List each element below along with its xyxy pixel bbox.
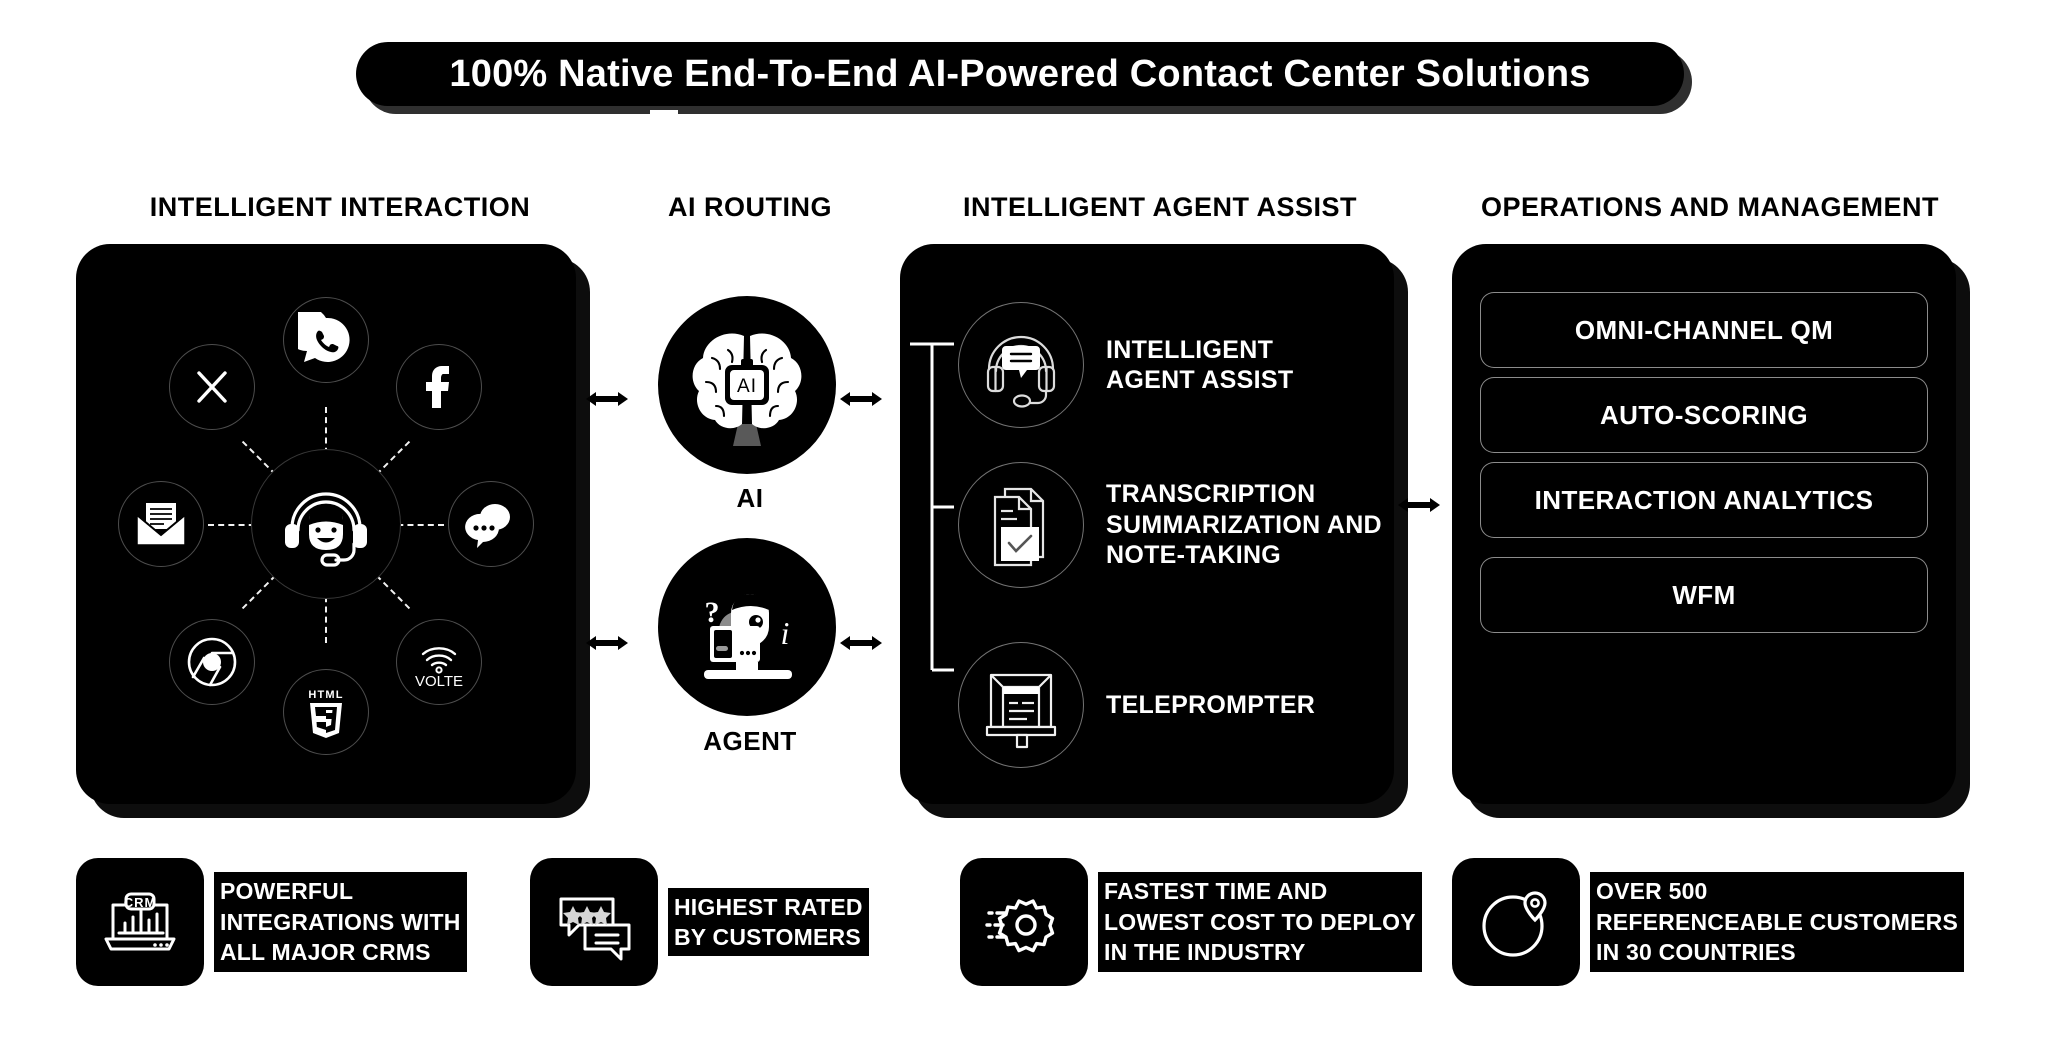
assist-panel: INTELLIGENT AGENT ASSIST TRANSCRIPTION S… [900, 244, 1394, 804]
title-banner: 100% Native End-To-End AI-Powered Contac… [356, 42, 1692, 114]
assist-item-0[interactable]: INTELLIGENT AGENT ASSIST [958, 302, 1293, 428]
assist-bracket [910, 342, 954, 677]
column-header-interaction: INTELLIGENT INTERACTION [149, 192, 531, 222]
interaction-panel: HTML VOLTE [76, 244, 576, 804]
agent-desk-icon: ? i [658, 538, 836, 716]
ops-item-0[interactable]: OMNI-CHANNEL QM [1480, 292, 1928, 368]
teleprompter-icon [958, 642, 1084, 768]
ai-node-caption-0: AI [736, 483, 764, 513]
email-icon [118, 481, 204, 567]
title-pill: 100% Native End-To-End AI-Powered Contac… [356, 42, 1684, 106]
title-notch [650, 110, 678, 124]
agent-headset-icon [251, 449, 401, 599]
star-review-icon [530, 858, 658, 986]
svg-text:?: ? [705, 596, 720, 629]
globe-pin-icon [1452, 858, 1580, 986]
email-glyph [133, 499, 189, 549]
chat-glyph [463, 500, 519, 548]
ops-item-3[interactable]: WFM [1480, 557, 1928, 633]
assist-item-1-label: TRANSCRIPTION SUMMARIZATION AND NOTE-TAK… [1106, 480, 1382, 570]
ops-item-2[interactable]: INTERACTION ANALYTICS [1480, 462, 1928, 538]
assist-item-2-label: TELEPROMPTER [1106, 690, 1316, 719]
agent-headset-glyph [274, 472, 378, 576]
feature-3-text: OVER 500 REFERENCEABLE CUSTOMERS IN 30 C… [1590, 872, 1964, 972]
ai-node-caption-1: AGENT [703, 726, 797, 756]
feature-3: OVER 500 REFERENCEABLE CUSTOMERS IN 30 C… [1452, 858, 1964, 986]
svg-text:HTML: HTML [308, 689, 343, 701]
volte-glyph: VOLTE [409, 636, 469, 688]
assist-item-1[interactable]: TRANSCRIPTION SUMMARIZATION AND NOTE-TAK… [958, 462, 1382, 588]
chrome-icon [169, 619, 255, 705]
headset-chat-icon [958, 302, 1084, 428]
ops-item-1[interactable]: AUTO-SCORING [1480, 377, 1928, 453]
facebook-icon [396, 344, 482, 430]
arrow-agent-to-assist [840, 632, 882, 654]
svg-text:i: i [781, 615, 790, 651]
ai-routing-column: AI AI ? i AGENT [620, 280, 880, 800]
gear-speed-icon [960, 858, 1088, 986]
feature-1: HIGHEST RATED BY CUSTOMERS [530, 858, 869, 986]
infographic-root: 100% Native End-To-End AI-Powered Contac… [0, 0, 2048, 1058]
document-check-icon [958, 462, 1084, 588]
feature-2-text: FASTEST TIME AND LOWEST COST TO DEPLOY I… [1098, 872, 1422, 972]
x-twitter-icon [169, 344, 255, 430]
svg-text:CRM: CRM [124, 895, 157, 910]
feature-2: FASTEST TIME AND LOWEST COST TO DEPLOY I… [960, 858, 1422, 986]
chrome-glyph [185, 635, 239, 689]
html5-icon: HTML [283, 669, 369, 755]
column-header-routing: AI ROUTING [668, 192, 832, 222]
feature-1-text: HIGHEST RATED BY CUSTOMERS [668, 887, 869, 957]
omnichannel-hub: HTML VOLTE [76, 244, 576, 804]
svg-text:AI: AI [737, 376, 757, 397]
volte-icon: VOLTE [396, 619, 482, 705]
facebook-glyph [414, 362, 464, 412]
ai-brain-icon: AI [658, 296, 836, 474]
feature-0-text: POWERFUL INTEGRATIONS WITH ALL MAJOR CRM… [214, 872, 467, 972]
assist-item-2[interactable]: TELEPROMPTER [958, 642, 1315, 768]
whatsapp-glyph [298, 312, 354, 368]
whatsapp-icon [283, 297, 369, 383]
column-header-operations: OPERATIONS AND MANAGEMENT [1481, 192, 1939, 222]
page-title: 100% Native End-To-End AI-Powered Contac… [449, 53, 1591, 95]
operations-panel: OMNI-CHANNEL QM AUTO-SCORING INTERACTION… [1452, 244, 1956, 804]
chat-icon [448, 481, 534, 567]
agent-desk-glyph: ? i [672, 552, 822, 702]
crm-laptop-icon: CRM [76, 858, 204, 986]
feature-0: CRM POWERFUL INTEGRATIONS WITH ALL MAJOR… [76, 858, 467, 986]
arrow-ai-to-assist [840, 388, 882, 410]
svg-text:VOLTE: VOLTE [415, 673, 463, 688]
x-glyph [188, 363, 236, 411]
arrow-assist-to-operations [1398, 494, 1440, 516]
assist-item-0-label: INTELLIGENT AGENT ASSIST [1106, 335, 1294, 395]
column-header-assist: INTELLIGENT AGENT ASSIST [962, 192, 1357, 222]
ai-brain-glyph: AI [672, 310, 822, 460]
html5-glyph: HTML [302, 685, 350, 739]
